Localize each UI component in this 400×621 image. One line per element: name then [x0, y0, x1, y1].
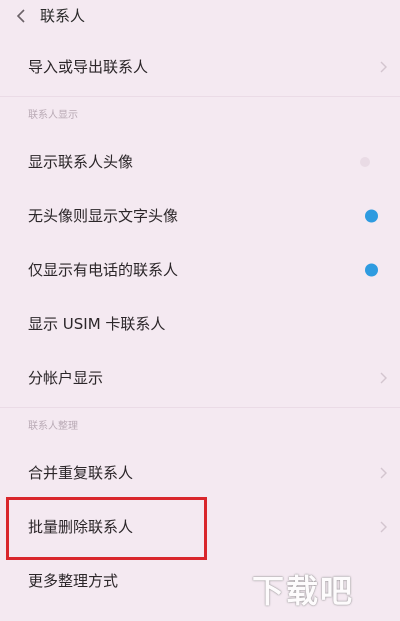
chevron-right-icon	[380, 372, 387, 384]
section-divider	[0, 96, 400, 97]
back-button[interactable]	[10, 3, 32, 29]
section-header-organize: 联系人整理	[28, 421, 78, 432]
import-export-label: 导入或导出联系人	[28, 58, 149, 76]
show-avatar-row[interactable]: 显示联系人头像	[0, 135, 400, 189]
show-avatar-toggle[interactable]	[360, 157, 370, 167]
only-phone-row[interactable]: 仅显示有电话的联系人	[0, 243, 400, 297]
show-avatar-label: 显示联系人头像	[28, 153, 134, 171]
import-export-row[interactable]: 导入或导出联系人	[0, 40, 400, 94]
more-organize-label: 更多整理方式	[28, 572, 119, 590]
text-avatar-row[interactable]: 无头像则显示文字头像	[0, 189, 400, 243]
chevron-left-icon	[16, 9, 25, 23]
header-bar: 联系人	[0, 0, 400, 36]
text-avatar-toggle[interactable]	[365, 209, 378, 223]
watermark-text: 下载吧	[252, 572, 355, 610]
chevron-right-icon	[380, 467, 387, 479]
merge-duplicates-label: 合并重复联系人	[28, 464, 134, 482]
account-display-row[interactable]: 分帐户显示	[0, 351, 400, 405]
show-usim-label: 显示 USIM 卡联系人	[28, 315, 166, 333]
page-title: 联系人	[40, 7, 86, 25]
watermark-logo: 下载吧	[244, 569, 392, 615]
account-display-label: 分帐户显示	[28, 369, 104, 387]
text-avatar-label: 无头像则显示文字头像	[28, 207, 179, 225]
show-usim-row[interactable]: 显示 USIM 卡联系人	[0, 297, 400, 351]
section-divider	[0, 407, 400, 408]
highlight-annotation-box	[6, 497, 207, 560]
section-header-display: 联系人显示	[28, 110, 78, 121]
merge-duplicates-row[interactable]: 合并重复联系人	[0, 446, 400, 500]
chevron-right-icon	[380, 521, 387, 533]
only-phone-label: 仅显示有电话的联系人	[28, 261, 179, 279]
chevron-right-icon	[380, 61, 387, 73]
only-phone-toggle[interactable]	[365, 263, 378, 277]
